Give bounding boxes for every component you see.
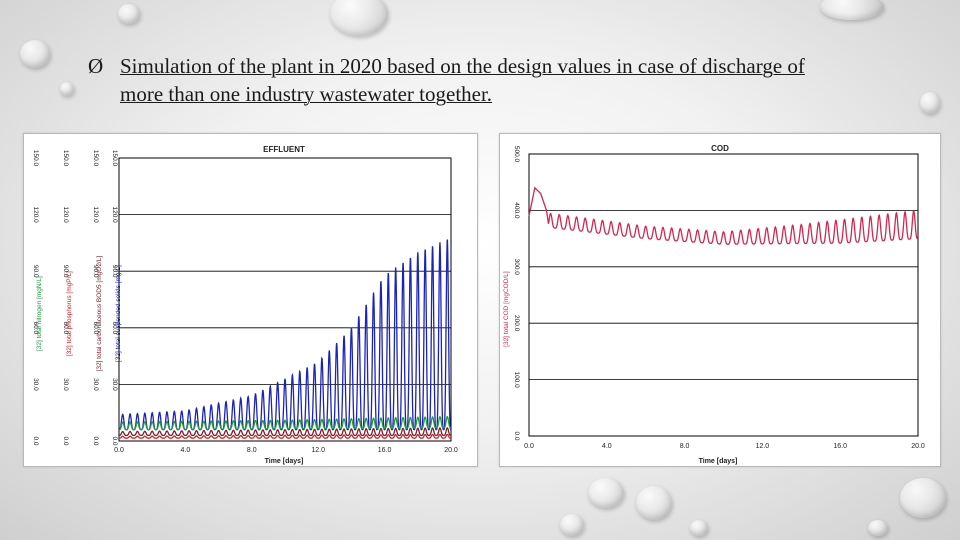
series-line bbox=[528, 186, 919, 245]
plot-frame bbox=[528, 153, 919, 437]
x-tick-label: 16.0 bbox=[833, 443, 847, 450]
bullet-arrow-icon: Ø bbox=[88, 54, 104, 78]
y-tick-label: 0.0 bbox=[62, 436, 69, 445]
x-tick-label: 12.0 bbox=[756, 443, 770, 450]
series-group bbox=[119, 239, 452, 439]
x-axis-label: Time [days] bbox=[699, 458, 738, 465]
heading-line-1: Simulation of the plant in 2020 based on… bbox=[120, 54, 805, 78]
y-axis-label: [32] total phosphorus [mgP/L] bbox=[66, 271, 73, 356]
water-drop bbox=[20, 40, 50, 68]
y-tick-label: 100.0 bbox=[513, 371, 520, 388]
y-tick-label: 200.0 bbox=[513, 315, 520, 332]
cod-chart: COD Time [days] 0.0 100.0 200.0 300.0 400.0 5… bbox=[503, 144, 925, 465]
water-drop bbox=[900, 478, 946, 518]
x-tick-label: 20.0 bbox=[444, 447, 458, 454]
water-drop bbox=[920, 92, 940, 114]
y-tick-label: 90.0 bbox=[32, 265, 39, 278]
y-axis-label: [32] total nitrogen [mgN/L] bbox=[36, 276, 43, 351]
series-group bbox=[528, 186, 919, 245]
y-tick-label: 120.0 bbox=[92, 206, 99, 223]
y-tick-label: 30.0 bbox=[32, 378, 39, 391]
y-tick-label: 30.0 bbox=[62, 378, 69, 391]
x-axis-label: Time [days] bbox=[265, 458, 304, 465]
y-tick-label: 0.0 bbox=[111, 436, 118, 445]
y-axis-label: [32] total COD [mgCOD/L] bbox=[503, 271, 510, 347]
heading-line-2: more than one industry wastewater togeth… bbox=[120, 82, 493, 106]
slide-heading: Ø Simulation of the plant in 2020 based … bbox=[88, 52, 918, 108]
water-drop bbox=[588, 478, 624, 508]
y-tick-label: 400.0 bbox=[513, 202, 520, 219]
y-tick-label: 300.0 bbox=[513, 259, 520, 276]
x-tick-label: 12.0 bbox=[311, 447, 325, 454]
y-tick-label: 120.0 bbox=[111, 206, 118, 223]
y-tick-label: 120.0 bbox=[62, 206, 69, 223]
effluent-chart-panel: EFFLUENT Time [days] 0.0 4.0 8.0 12.0 16.0 20… bbox=[23, 133, 478, 467]
grid bbox=[528, 153, 919, 437]
effluent-chart: EFFLUENT Time [days] 0.0 4.0 8.0 12.0 16.0 20… bbox=[32, 145, 458, 465]
cod-chart-panel: COD Time [days] 0.0 100.0 200.0 300.0 400.0 5… bbox=[499, 133, 941, 467]
x-tick-label: 8.0 bbox=[680, 443, 690, 450]
water-drop bbox=[118, 4, 140, 24]
x-tick-label: 4.0 bbox=[602, 443, 612, 450]
x-tick-label: 8.0 bbox=[247, 447, 257, 454]
y-axis-label: [32] total suspended solids [mg/L] bbox=[115, 265, 122, 362]
y-tick-label: 30.0 bbox=[92, 378, 99, 391]
y-tick-label: 150.0 bbox=[62, 150, 69, 167]
y-tick-label: 30.0 bbox=[111, 378, 118, 391]
y-tick-label: 120.0 bbox=[32, 206, 39, 223]
y-tick-label: 150.0 bbox=[32, 150, 39, 167]
y-tick-label: 150.0 bbox=[92, 150, 99, 167]
y-tick-label: 0.0 bbox=[513, 431, 520, 440]
x-tick-label: 0.0 bbox=[114, 447, 124, 454]
x-tick-label: 20.0 bbox=[911, 443, 925, 450]
axes: 0.0 100.0 200.0 300.0 400.0 500.0 [32] total C… bbox=[503, 146, 925, 450]
water-drop bbox=[820, 0, 884, 20]
chart-title: EFFLUENT bbox=[263, 145, 305, 154]
y-tick-label: 150.0 bbox=[111, 150, 118, 167]
chart-title: COD bbox=[711, 144, 729, 153]
y-tick-label: 0.0 bbox=[32, 436, 39, 445]
y-tick-label: 0.0 bbox=[92, 436, 99, 445]
y-axis-label: [32] total carbonaceous BOD5 [mgO2/L] bbox=[96, 256, 103, 372]
x-tick-label: 0.0 bbox=[524, 443, 534, 450]
water-drop bbox=[690, 520, 708, 536]
series-line bbox=[119, 239, 452, 431]
water-drop bbox=[330, 0, 388, 36]
x-tick-label: 4.0 bbox=[181, 447, 191, 454]
y-tick-label: 500.0 bbox=[513, 146, 520, 163]
water-drop bbox=[636, 486, 672, 520]
water-drop bbox=[560, 514, 584, 536]
x-tick-label: 16.0 bbox=[378, 447, 392, 454]
water-drop bbox=[868, 520, 888, 536]
water-drop bbox=[60, 82, 74, 96]
